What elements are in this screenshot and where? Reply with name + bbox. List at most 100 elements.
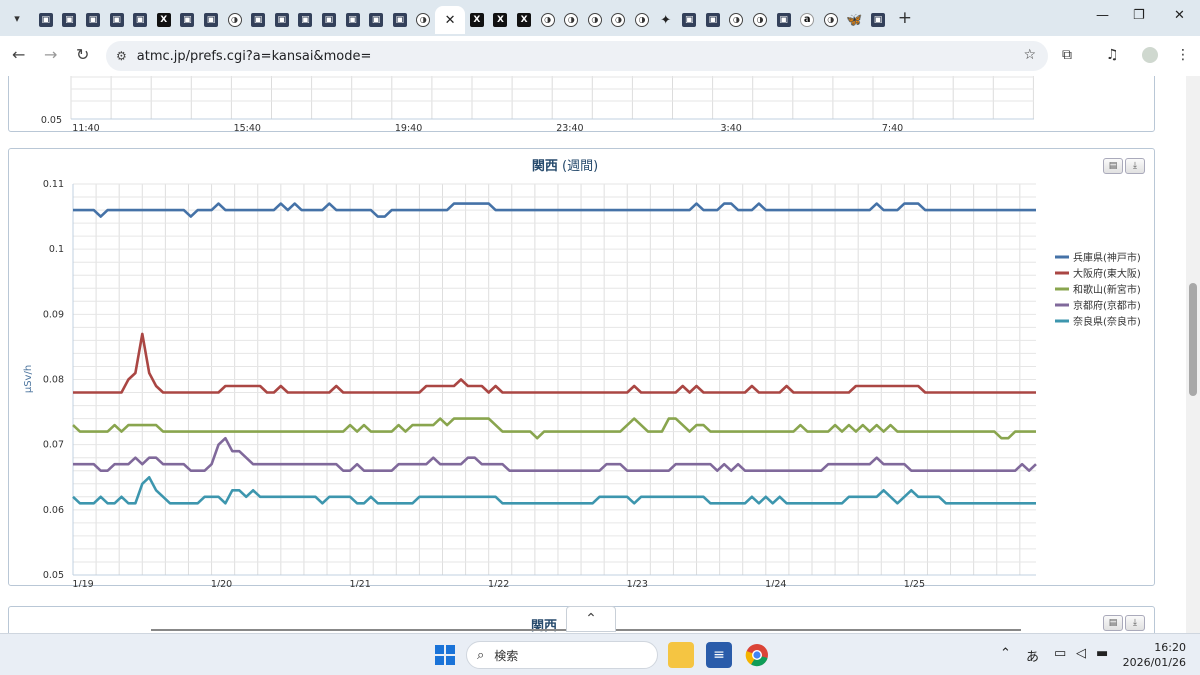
extensions-icon[interactable]: ⧉ xyxy=(1062,47,1072,63)
close-window-icon[interactable]: ✕ xyxy=(1174,8,1185,23)
browser-tab[interactable]: ▣ xyxy=(128,6,152,34)
favicon-star4-icon: ✦ xyxy=(660,12,672,28)
browser-tab[interactable]: ▣ xyxy=(176,6,200,34)
favicon-site-icon: ▣ xyxy=(62,13,77,27)
browser-tab[interactable]: ✕ xyxy=(435,6,466,34)
browser-tab[interactable]: X xyxy=(152,6,176,34)
favicon-site-icon: ▣ xyxy=(776,13,791,27)
browser-tab[interactable]: ◑ xyxy=(223,6,247,34)
browser-tab[interactable]: ▣ xyxy=(270,6,294,34)
x-tick-label: 1/19 xyxy=(72,579,93,587)
y-axis-label: μSv/h xyxy=(23,365,34,393)
browser-tab[interactable]: ◑ xyxy=(607,6,631,34)
browser-tab[interactable]: ▣ xyxy=(199,6,223,34)
browser-tab[interactable]: ◑ xyxy=(536,6,560,34)
browser-tab[interactable]: ▣ xyxy=(317,6,341,34)
browser-tab[interactable]: ▣ xyxy=(701,6,725,34)
notepad-icon[interactable]: ≡ xyxy=(706,642,732,668)
x-tick-label: 15:40 xyxy=(234,123,261,133)
browser-menu-icon[interactable]: ⋮ xyxy=(1176,47,1190,63)
network-icon[interactable]: ▭ xyxy=(1054,646,1066,661)
browser-tab[interactable]: ◑ xyxy=(819,6,843,34)
browser-tab[interactable]: X xyxy=(512,6,536,34)
download-icon[interactable]: ⤓ xyxy=(1125,158,1145,174)
favicon-x-icon: X xyxy=(517,13,532,27)
scrollbar-thumb[interactable] xyxy=(1189,283,1197,396)
y-tick-label: 0.05 xyxy=(43,570,64,581)
print-icon[interactable]: ▤ xyxy=(1103,158,1123,174)
print-icon[interactable]: ▤ xyxy=(1103,615,1123,631)
browser-tab[interactable]: ▣ xyxy=(58,6,82,34)
browser-tab[interactable]: 🦋 xyxy=(843,6,867,34)
browser-tab[interactable]: ▣ xyxy=(364,6,388,34)
browser-tab[interactable]: ▣ xyxy=(772,6,796,34)
windows-start-icon[interactable] xyxy=(432,642,458,668)
media-control-icon[interactable]: ♫ xyxy=(1106,47,1119,63)
browser-tab[interactable]: ◑ xyxy=(630,6,654,34)
favicon-site-icon: ▣ xyxy=(133,13,148,27)
browser-tab[interactable]: ✦ xyxy=(654,6,678,34)
new-tab-plus-icon[interactable]: + xyxy=(898,8,912,28)
tray-chevron-up-icon[interactable]: ⌃ xyxy=(1000,646,1011,661)
legend-item: 和歌山(新宮市) xyxy=(1073,283,1141,296)
browser-tab[interactable]: ▣ xyxy=(866,6,890,34)
scroll-to-top-chevron-icon[interactable]: ⌃ xyxy=(566,606,616,632)
browser-tab[interactable]: ▣ xyxy=(34,6,58,34)
browser-tab[interactable]: ◑ xyxy=(725,6,749,34)
legend-item: 兵庫県(神戸市) xyxy=(1073,251,1141,264)
browser-tab[interactable]: X xyxy=(465,6,489,34)
bookmark-star-icon[interactable]: ☆ xyxy=(1023,47,1036,63)
browser-tab[interactable]: ◑ xyxy=(748,6,772,34)
browser-tab[interactable]: ◑ xyxy=(412,6,436,34)
url-text[interactable]: atmc.jp/prefs.cgi?a=kansai&mode= xyxy=(137,49,372,64)
tab-close-icon: ✕ xyxy=(444,12,456,28)
browser-tab[interactable]: ◑ xyxy=(559,6,583,34)
back-arrow-icon[interactable]: ← xyxy=(12,45,25,64)
clock[interactable]: 16:20 2026/01/26 xyxy=(1123,640,1186,670)
favicon-site-icon: ▣ xyxy=(321,13,336,27)
favicon-site-icon: ▣ xyxy=(369,13,384,27)
browser-tab[interactable]: ▣ xyxy=(341,6,365,34)
weekly-chart: 関西 (週間) μSv/h 0.05 0.06 0.07 0.08 0.09 0.1 0.1… xyxy=(23,159,1141,590)
scrollbar[interactable] xyxy=(1186,76,1200,633)
favicon-site-icon: ▣ xyxy=(203,13,218,27)
site-info-icon[interactable]: ⚙ xyxy=(116,49,127,63)
minimize-icon[interactable]: — xyxy=(1096,8,1109,23)
x-tick-label: 11:40 xyxy=(72,123,99,133)
ime-indicator[interactable]: あ xyxy=(1026,646,1039,665)
favicon-circ-icon: ◑ xyxy=(729,13,744,27)
profile-avatar[interactable] xyxy=(1142,47,1158,63)
favicon-site-icon: ▣ xyxy=(682,13,697,27)
download-icon[interactable]: ⤓ xyxy=(1125,615,1145,631)
forward-arrow-icon[interactable]: → xyxy=(44,45,57,64)
chrome-icon[interactable] xyxy=(744,642,770,668)
browser-tab[interactable]: a xyxy=(795,6,819,34)
favicon-circ-icon: ◑ xyxy=(540,13,555,27)
speaker-icon[interactable]: ◁ xyxy=(1076,646,1086,661)
taskbar-search[interactable]: ⌕ 検索 xyxy=(466,641,658,669)
series-line xyxy=(73,436,1037,472)
file-explorer-icon[interactable] xyxy=(668,642,694,668)
omnibox[interactable]: ⚙ atmc.jp/prefs.cgi?a=kansai&mode= ☆ xyxy=(106,41,1048,71)
browser-tab[interactable]: ▣ xyxy=(294,6,318,34)
address-bar: ← → ↻ ⚙ atmc.jp/prefs.cgi?a=kansai&mode=… xyxy=(0,36,1200,76)
favicon-site-icon: ▣ xyxy=(38,13,53,27)
favicon-site-icon: ▣ xyxy=(298,13,313,27)
browser-tab[interactable]: X xyxy=(489,6,513,34)
browser-tab[interactable]: ◑ xyxy=(583,6,607,34)
battery-icon[interactable]: ▬ xyxy=(1096,646,1108,661)
favicon-amz-icon: a xyxy=(800,13,815,27)
browser-tab[interactable]: ▣ xyxy=(81,6,105,34)
browser-tab[interactable]: ▣ xyxy=(246,6,270,34)
tab-search-chevron-icon[interactable]: ▾ xyxy=(6,7,28,29)
favicon-site-icon: ▣ xyxy=(392,13,407,27)
taskbar-search-label: 検索 xyxy=(494,648,519,663)
favicon-bsky-icon: 🦋 xyxy=(846,12,863,28)
restore-icon[interactable]: ❐ xyxy=(1133,8,1145,23)
favicon-x-icon: X xyxy=(469,13,484,27)
browser-tab[interactable]: ▣ xyxy=(105,6,129,34)
reload-icon[interactable]: ↻ xyxy=(76,45,89,64)
browser-tab[interactable]: ▣ xyxy=(388,6,412,34)
browser-tab[interactable]: ▣ xyxy=(677,6,701,34)
y-tick-label: 0.1 xyxy=(49,244,64,255)
